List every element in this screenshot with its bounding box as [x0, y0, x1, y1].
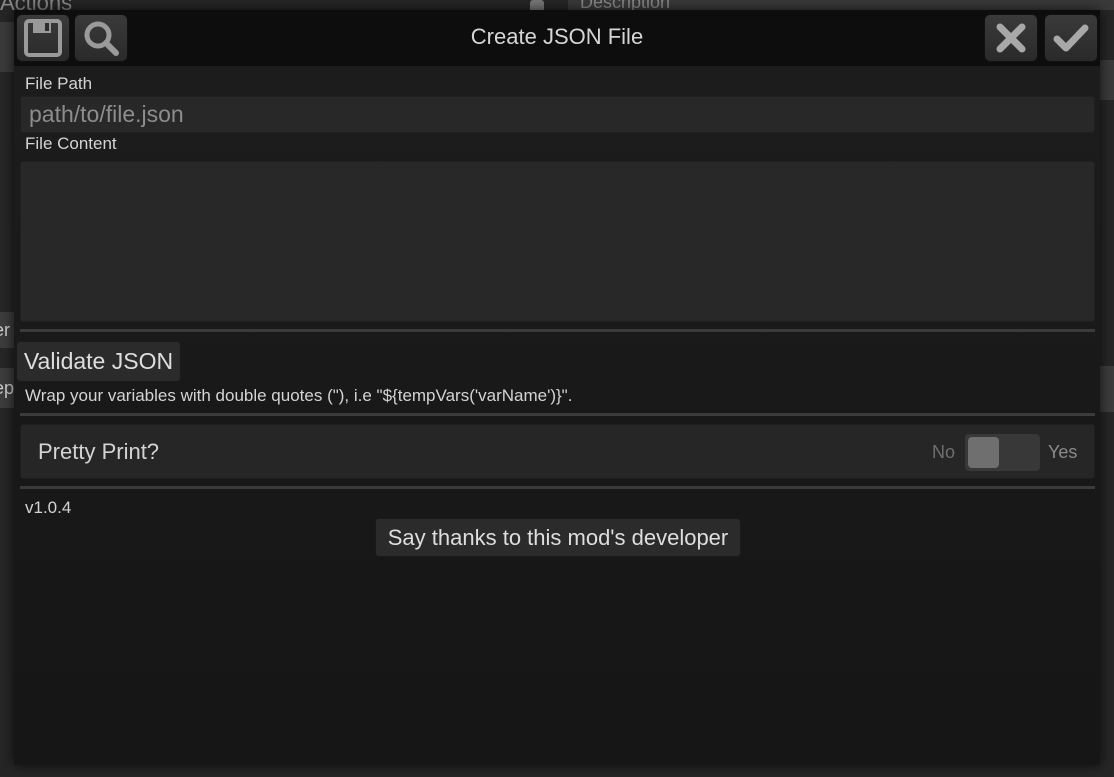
screen: Actions Description er ep [0, 0, 1114, 777]
divider [20, 329, 1095, 332]
pretty-print-label: Pretty Print? [38, 439, 160, 464]
divider [20, 486, 1095, 489]
toggle-knob[interactable] [968, 437, 999, 468]
file-content-label: File Content [25, 134, 117, 153]
say-thanks-button[interactable]: Say thanks to this mod's developer [375, 518, 741, 557]
background-edge [1100, 366, 1114, 412]
close-x-icon [991, 18, 1031, 58]
divider [20, 413, 1095, 416]
version-label: v1.0.4 [25, 498, 72, 517]
background-tab[interactable]: er [0, 312, 14, 348]
create-json-dialog: Create JSON File File Path File [14, 10, 1100, 765]
dialog-title: Create JSON File [470, 24, 644, 49]
pretty-print-row: Pretty Print? No Yes [20, 424, 1095, 479]
checkmark-icon [1051, 18, 1091, 58]
background-edge [1100, 60, 1114, 100]
file-path-label: File Path [25, 74, 93, 93]
toggle-off-label: No [932, 442, 956, 462]
cancel-button[interactable] [984, 14, 1038, 62]
background-edge [0, 22, 14, 72]
file-path-input[interactable] [20, 96, 1095, 133]
confirm-button[interactable] [1044, 14, 1098, 62]
validate-json-button[interactable]: Validate JSON [16, 341, 181, 382]
pretty-print-toggle[interactable] [965, 434, 1040, 471]
toggle-on-label: Yes [1048, 442, 1078, 462]
dialog-titlebar: Create JSON File [14, 10, 1100, 66]
background-tab[interactable]: ep [0, 368, 14, 408]
file-content-textarea[interactable] [20, 161, 1095, 322]
variables-hint: Wrap your variables with double quotes (… [25, 386, 573, 405]
